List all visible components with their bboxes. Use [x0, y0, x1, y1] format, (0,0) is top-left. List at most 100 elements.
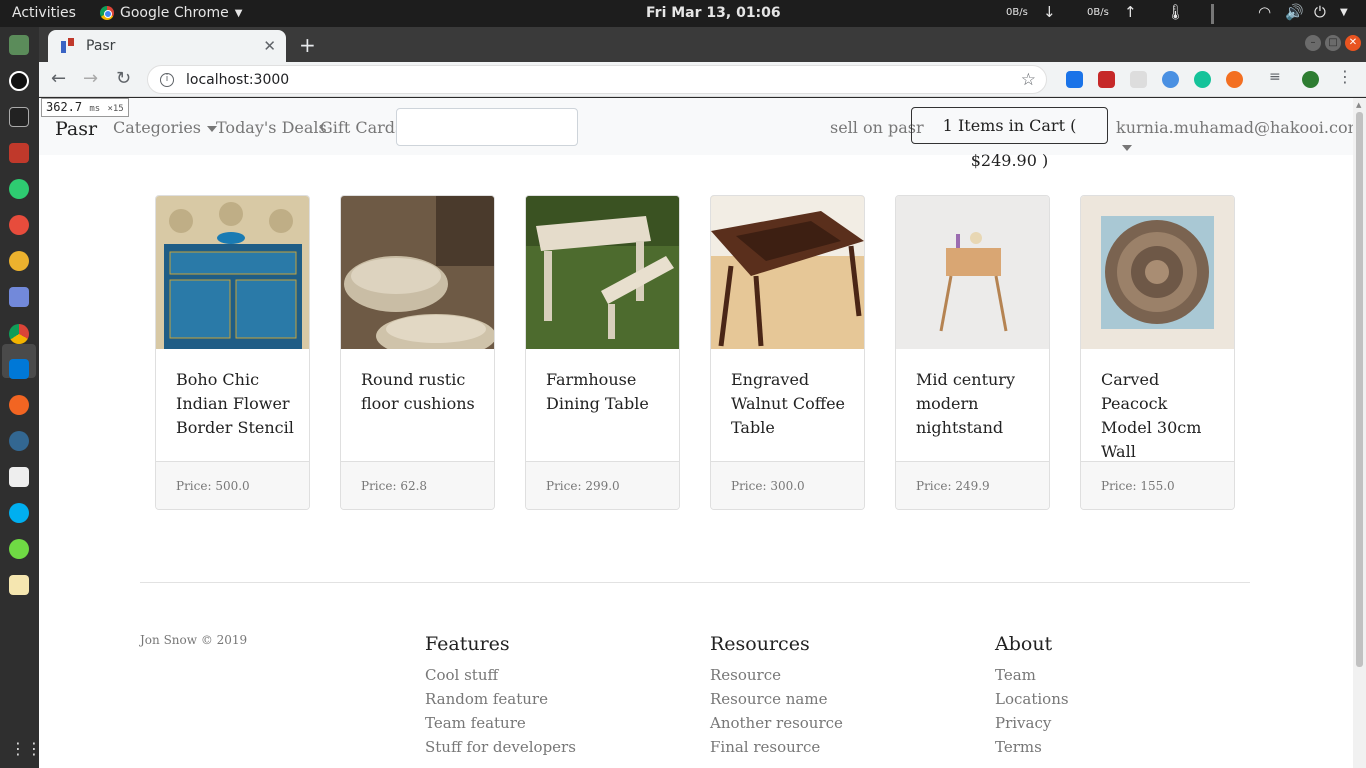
product-image [341, 196, 494, 349]
avatar[interactable] [1302, 71, 1319, 88]
product-title[interactable]: Round rustic floor cushions [361, 368, 481, 416]
chrome-icon[interactable] [9, 324, 29, 344]
url-text: localhost:3000 [186, 71, 290, 88]
tab-title: Pasr [86, 38, 116, 54]
image-viewer-icon[interactable] [9, 35, 29, 55]
footer-link[interactable]: Random feature [425, 687, 576, 711]
footer-link[interactable]: Terms [995, 735, 1069, 759]
tab-strip: Pasr ✕ + – □ ✕ [39, 27, 1366, 62]
close-tab-icon[interactable]: ✕ [263, 37, 276, 55]
product-price: Price: 500.0 [156, 461, 309, 509]
postgres-icon[interactable] [9, 431, 29, 451]
upwork-icon[interactable] [9, 539, 29, 559]
new-tab-icon[interactable]: + [299, 33, 316, 57]
product-card[interactable]: Mid century modern nightstand Price: 249… [895, 195, 1050, 510]
product-image [526, 196, 679, 349]
document-icon[interactable] [9, 467, 29, 487]
postman-icon[interactable] [9, 395, 29, 415]
files-icon[interactable] [9, 143, 29, 163]
todays-deals-link[interactable]: Today's Deals [216, 118, 327, 137]
more-menu-icon[interactable]: ⋮ [1337, 67, 1354, 86]
extension-icon[interactable] [1098, 71, 1115, 88]
thermometer-icon[interactable]: 🌡 [1166, 3, 1185, 21]
footer-link[interactable]: Team feature [425, 711, 576, 735]
user-menu[interactable]: kurnia.muhamad@hakooi.com [1116, 118, 1353, 156]
tab-pasr[interactable]: Pasr ✕ [48, 30, 286, 62]
footer-link[interactable]: Final resource [710, 735, 843, 759]
opera-icon[interactable] [9, 215, 29, 235]
footer-heading: Resources [710, 633, 810, 655]
amazon-icon[interactable] [9, 71, 29, 91]
product-card[interactable]: Farmhouse Dining Table Price: 299.0 [525, 195, 680, 510]
terminal-icon[interactable] [9, 107, 29, 127]
discord-icon[interactable] [9, 287, 29, 307]
footer-link[interactable]: Cool stuff [425, 663, 576, 687]
footer-link[interactable]: Stuff for developers [425, 735, 576, 759]
vscode-icon[interactable] [9, 359, 29, 379]
power-icon[interactable]: ⏻ [1314, 3, 1326, 21]
product-card[interactable]: Round rustic floor cushions Price: 62.8 [340, 195, 495, 510]
product-price: Price: 249.9 [896, 461, 1049, 509]
app-icon[interactable] [9, 179, 29, 199]
cart-button[interactable]: 1 Items in Cart ( $249.90 ) [911, 107, 1108, 170]
reading-list-icon[interactable]: ≡ [1269, 69, 1286, 86]
footer-link[interactable]: Resource [710, 663, 843, 687]
back-icon[interactable]: ← [51, 68, 66, 89]
perf-overlay: 362.7 ms ×15 [41, 98, 129, 117]
grammarly-icon[interactable] [1194, 71, 1211, 88]
page-viewport: Pasr Categories Today's Deals Gift Cards… [39, 98, 1353, 768]
categories-dropdown[interactable]: Categories [113, 118, 217, 137]
product-title[interactable]: Farmhouse Dining Table [546, 368, 666, 416]
minimize-icon[interactable]: – [1305, 35, 1321, 51]
search-input[interactable] [396, 108, 578, 146]
scroll-up-icon[interactable]: ▲ [1356, 101, 1361, 109]
footer-resources: Resources Resource Resource name Another… [710, 633, 843, 759]
clock[interactable]: Fri Mar 13, 01:06 [646, 5, 781, 21]
info-icon[interactable]: i [160, 72, 174, 87]
wifi-icon[interactable]: ◠ [1258, 3, 1271, 21]
extension-icon[interactable] [1130, 71, 1147, 88]
page-scrollbar[interactable]: ▲ [1353, 98, 1366, 768]
extension-icon[interactable] [1066, 71, 1083, 88]
footer-link[interactable]: Team [995, 663, 1069, 687]
close-window-icon[interactable]: ✕ [1345, 35, 1361, 51]
product-card[interactable]: Engraved Walnut Coffee Table Price: 300.… [710, 195, 865, 510]
product-title[interactable]: Boho Chic Indian Flower Border Stencil [176, 368, 296, 440]
volume-icon[interactable]: 🔊 [1285, 3, 1304, 21]
extension-icon[interactable] [1162, 71, 1179, 88]
chevron-down-icon[interactable]: ▼ [1340, 7, 1348, 18]
system-top-bar: Activities Google Chrome ▼ Fri Mar 13, 0… [0, 0, 1366, 27]
extension-icon[interactable] [1226, 71, 1243, 88]
reload-icon[interactable]: ↻ [116, 68, 131, 89]
product-title[interactable]: Engraved Walnut Coffee Table [731, 368, 851, 440]
maximize-icon[interactable]: □ [1325, 35, 1341, 51]
text-editor-icon[interactable] [9, 575, 29, 595]
address-bar[interactable]: i localhost:3000 ☆ [147, 65, 1047, 94]
footer-heading: Features [425, 633, 510, 655]
indicator-bar-icon[interactable] [1211, 4, 1214, 24]
forward-icon[interactable]: → [83, 68, 98, 89]
footer-link[interactable]: Another resource [710, 711, 843, 735]
footer-link[interactable]: Locations [995, 687, 1069, 711]
product-title[interactable]: Mid century modern nightstand [916, 368, 1036, 440]
scrollbar-thumb[interactable] [1356, 112, 1363, 667]
skype-icon[interactable] [9, 503, 29, 523]
brand-logo[interactable]: Pasr [55, 118, 97, 140]
sell-on-pasr-link[interactable]: sell on pasr [830, 118, 924, 137]
arrow-down-icon: ↓ [1043, 3, 1056, 21]
product-card[interactable]: Boho Chic Indian Flower Border Stencil P… [155, 195, 310, 510]
product-image [156, 196, 309, 349]
footer-link[interactable]: Privacy [995, 711, 1069, 735]
product-price: Price: 155.0 [1081, 461, 1234, 509]
perf-unit: ms [89, 104, 101, 114]
categories-label: Categories [113, 118, 201, 137]
bookmark-star-icon[interactable]: ☆ [1021, 70, 1036, 90]
footer-link[interactable]: Resource name [710, 687, 843, 711]
app-menu[interactable]: Google Chrome ▼ [100, 5, 242, 21]
arrow-up-icon: ↑ [1124, 3, 1137, 21]
product-price: Price: 62.8 [341, 461, 494, 509]
gift-cards-link[interactable]: Gift Cards [320, 118, 403, 137]
product-card[interactable]: Carved Peacock Model 30cm Wall Decoratio… [1080, 195, 1235, 510]
activities-button[interactable]: Activities [12, 5, 76, 21]
slack-icon[interactable] [9, 251, 29, 271]
